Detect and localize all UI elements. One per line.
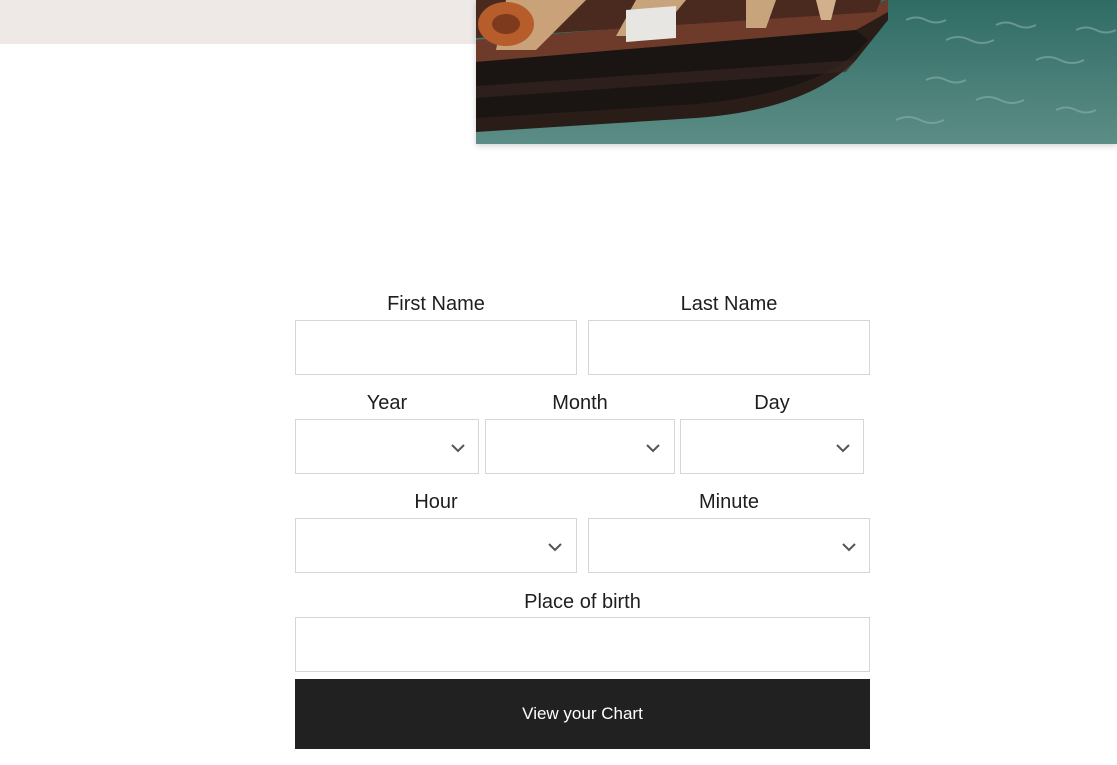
year-select[interactable] — [295, 419, 479, 474]
year-label: Year — [366, 392, 408, 414]
page: First Name Last Name Year Month Day Hour… — [0, 0, 1117, 765]
month-label: Month — [552, 392, 608, 414]
place-of-birth-label: Place of birth — [524, 591, 641, 613]
hero-boat-image — [476, 0, 1117, 144]
chevron-down-icon — [646, 443, 660, 452]
month-select[interactable] — [485, 419, 675, 474]
top-band — [0, 0, 476, 44]
first-name-input[interactable] — [295, 320, 577, 375]
chevron-down-icon — [836, 443, 850, 452]
minute-label: Minute — [698, 491, 760, 513]
minute-select[interactable] — [588, 518, 870, 573]
hour-select[interactable] — [295, 518, 577, 573]
chevron-down-icon — [548, 542, 562, 551]
boat-photo — [476, 0, 1117, 144]
last-name-label: Last Name — [680, 293, 778, 315]
chevron-down-icon — [451, 443, 465, 452]
hour-label: Hour — [414, 491, 458, 513]
day-label: Day — [754, 392, 790, 414]
chevron-down-icon — [842, 542, 856, 551]
place-of-birth-input[interactable] — [295, 617, 870, 672]
view-chart-button[interactable]: View your Chart — [295, 679, 870, 749]
day-select[interactable] — [680, 419, 864, 474]
last-name-input[interactable] — [588, 320, 870, 375]
first-name-label: First Name — [387, 293, 485, 315]
